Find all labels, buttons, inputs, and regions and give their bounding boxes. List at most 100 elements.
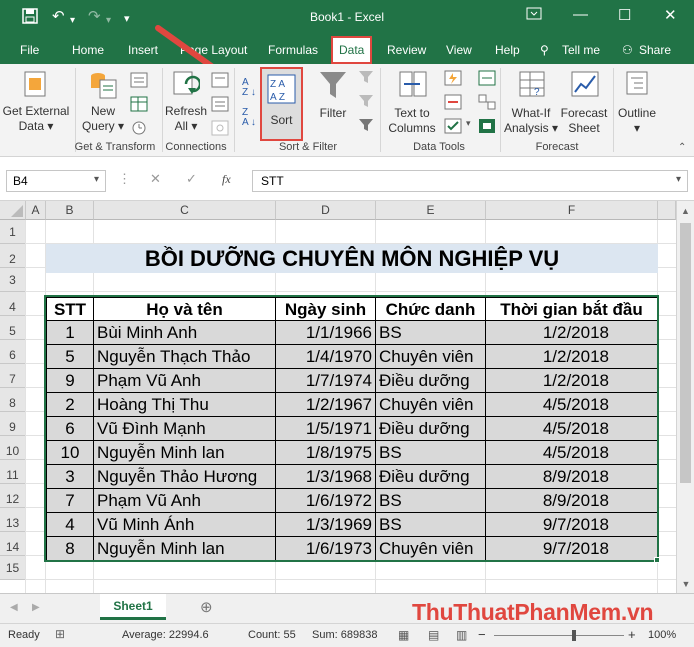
ribbon-display-options-icon[interactable] <box>526 6 542 26</box>
remove-duplicates-icon[interactable] <box>444 94 462 115</box>
forecast-sheet-button[interactable]: Forecast Sheet <box>558 106 610 136</box>
column-header[interactable]: C <box>94 201 276 220</box>
new-query-button[interactable]: New Query ▾ <box>80 104 126 134</box>
advanced-filter-icon[interactable] <box>358 118 374 137</box>
column-header[interactable]: A <box>26 201 46 220</box>
text-to-columns-button[interactable]: Text to Columns <box>384 106 440 136</box>
sheet-tab-sheet1[interactable]: Sheet1 <box>100 594 166 620</box>
row-header[interactable]: 11 <box>0 460 26 484</box>
gridline <box>26 579 678 580</box>
tab-data[interactable]: Data <box>331 36 373 64</box>
properties-icon[interactable] <box>211 96 229 117</box>
row-header[interactable]: 14 <box>0 532 26 556</box>
row-header[interactable]: 5 <box>0 316 26 340</box>
share-button[interactable]: Share <box>639 43 671 57</box>
tab-file[interactable]: File <box>20 43 39 57</box>
zoom-in-icon[interactable]: + <box>628 627 636 642</box>
sort-button[interactable]: Z A A Z Sort <box>260 67 303 141</box>
row-header[interactable]: 9 <box>0 412 26 436</box>
new-sheet-icon[interactable]: ⊕ <box>200 598 213 616</box>
data-validation-dropdown-icon[interactable]: ▾ <box>466 118 471 129</box>
sort-z-to-a-icon[interactable]: ZA ↓ <box>242 108 256 128</box>
scrollbar-thumb[interactable] <box>680 223 691 483</box>
insert-function-button[interactable]: fx <box>222 172 231 187</box>
data-validation-icon[interactable] <box>444 118 462 139</box>
flash-fill-icon[interactable] <box>444 70 462 91</box>
minimize-icon[interactable]: — <box>573 6 588 23</box>
row-header[interactable]: 10 <box>0 436 26 460</box>
worksheet-grid[interactable]: A B C D E F 1 2 3 4 5 6 7 8 9 10 11 12 13 14 15 BỒI DƯỠNG CHU… <box>0 201 694 593</box>
recent-sources-icon[interactable] <box>130 120 148 141</box>
column-header[interactable] <box>658 201 676 220</box>
edit-links-icon[interactable] <box>211 120 229 141</box>
sheet-title[interactable]: BỒI DƯỠNG CHUYÊN MÔN NGHIỆP VỤ <box>46 244 658 273</box>
name-box-dropdown-icon[interactable]: ▾ <box>94 174 99 185</box>
row-header[interactable]: 6 <box>0 340 26 364</box>
vertical-scrollbar[interactable]: ▲ ▼ <box>676 201 694 593</box>
scroll-up-icon[interactable]: ▲ <box>677 206 694 216</box>
row-header[interactable]: 13 <box>0 508 26 532</box>
manage-data-model-icon[interactable] <box>478 118 496 139</box>
scroll-sheets-left-icon[interactable]: ◀ <box>10 602 18 613</box>
zoom-slider[interactable] <box>494 635 624 636</box>
tab-formulas[interactable]: Formulas <box>268 43 318 57</box>
refresh-all-icon <box>172 70 202 103</box>
page-break-view-icon[interactable]: ▥ <box>456 628 467 642</box>
relationships-icon[interactable] <box>478 94 496 115</box>
row-header[interactable]: 12 <box>0 484 26 508</box>
what-if-label-2: Analysis <box>503 121 549 135</box>
select-all-button[interactable] <box>0 201 26 220</box>
maximize-icon[interactable]: ☐ <box>618 6 631 24</box>
enter-icon[interactable]: ✓ <box>186 171 197 187</box>
outline-icon <box>624 70 650 103</box>
zoom-level[interactable]: 100% <box>648 629 676 641</box>
status-sum: Sum: 689838 <box>312 629 378 641</box>
page-layout-view-icon[interactable]: ▤ <box>428 628 439 642</box>
row-header[interactable]: 2 <box>0 244 26 268</box>
column-header[interactable]: F <box>486 201 658 220</box>
status-average: Average: 22994.6 <box>122 629 209 641</box>
consolidate-icon[interactable] <box>478 70 496 91</box>
name-box[interactable]: B4 ▾ <box>6 170 106 192</box>
outline-button[interactable]: Outline ▾ <box>614 106 660 136</box>
refresh-all-button[interactable]: Refresh All ▾ <box>164 104 208 134</box>
connections-icon[interactable] <box>211 72 229 93</box>
show-queries-icon[interactable] <box>130 72 148 93</box>
collapse-ribbon-icon[interactable]: ⌃ <box>678 142 686 153</box>
normal-view-icon[interactable]: ▦ <box>398 628 409 642</box>
fill-handle[interactable] <box>654 557 660 563</box>
row-header[interactable]: 4 <box>0 292 26 316</box>
what-if-analysis-button[interactable]: What-If Analysis ▾ <box>503 106 559 136</box>
row-header[interactable]: 3 <box>0 268 26 292</box>
sort-a-to-z-icon[interactable]: AZ ↓ <box>242 78 256 98</box>
clear-filter-icon[interactable] <box>358 70 374 89</box>
macro-record-icon[interactable]: ⊞ <box>55 627 65 641</box>
tab-help[interactable]: Help <box>495 43 520 57</box>
cancel-icon[interactable]: ✕ <box>150 171 161 187</box>
zoom-slider-thumb[interactable] <box>572 630 576 641</box>
column-header[interactable]: D <box>276 201 376 220</box>
row-header[interactable]: 7 <box>0 364 26 388</box>
reapply-filter-icon[interactable] <box>358 94 374 113</box>
column-header[interactable]: E <box>376 201 486 220</box>
from-table-icon[interactable] <box>130 96 148 117</box>
close-icon[interactable]: ✕ <box>664 6 677 24</box>
row-header[interactable]: 8 <box>0 388 26 412</box>
tab-review[interactable]: Review <box>387 43 426 57</box>
row-header[interactable]: 1 <box>0 220 26 244</box>
tab-view[interactable]: View <box>446 43 472 57</box>
separator <box>75 68 76 152</box>
tell-me-search[interactable]: Tell me <box>562 43 600 57</box>
tab-home[interactable]: Home <box>72 43 104 57</box>
scroll-sheets-right-icon[interactable]: ▶ <box>32 602 40 613</box>
expand-formula-bar-icon[interactable]: ▾ <box>676 174 681 185</box>
filter-button[interactable]: Filter <box>312 106 354 121</box>
zoom-out-icon[interactable]: − <box>478 627 486 642</box>
column-header[interactable]: B <box>46 201 94 220</box>
text-to-columns-label-2: Columns <box>388 121 436 135</box>
formula-input[interactable]: STT ▾ <box>252 170 688 192</box>
row-header[interactable]: 15 <box>0 556 26 580</box>
separator <box>234 68 235 152</box>
get-external-data-button[interactable]: Get External Data ▾ <box>2 104 70 134</box>
scroll-down-icon[interactable]: ▼ <box>677 579 694 589</box>
